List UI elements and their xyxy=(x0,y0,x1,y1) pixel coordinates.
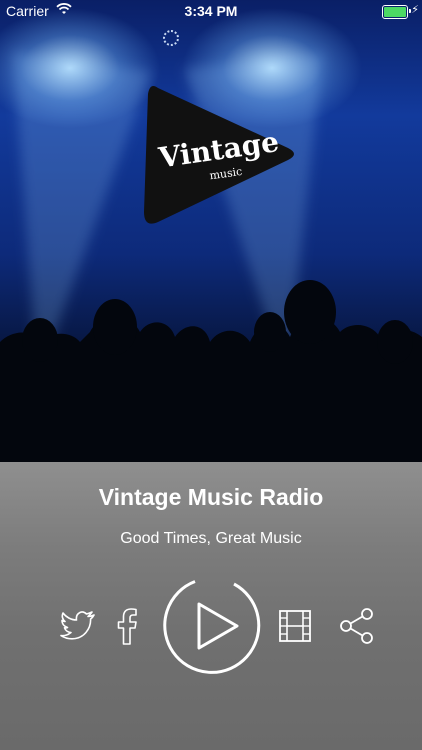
video-button[interactable] xyxy=(278,609,312,643)
vintage-music-logo: Vintage music xyxy=(144,86,294,224)
share-button[interactable] xyxy=(338,607,376,645)
stage-light xyxy=(163,30,179,46)
share-icon xyxy=(340,608,373,644)
twitter-icon xyxy=(60,611,95,640)
battery-level xyxy=(384,7,406,17)
twitter-button[interactable] xyxy=(60,610,96,642)
facebook-icon xyxy=(117,608,137,645)
station-title: Vintage Music Radio xyxy=(98,484,324,510)
status-bar: Carrier 3:34 PM ⚡ xyxy=(0,0,422,22)
station-tagline: Good Times, Great Music xyxy=(120,530,302,547)
film-icon xyxy=(279,610,311,642)
crowd-silhouette xyxy=(0,280,422,462)
play-button[interactable] xyxy=(159,574,263,678)
charging-icon: ⚡ xyxy=(411,4,419,16)
facebook-button[interactable] xyxy=(115,606,139,646)
battery-icon xyxy=(382,5,411,19)
status-time: 3:34 PM xyxy=(184,3,238,19)
play-icon xyxy=(163,580,261,674)
